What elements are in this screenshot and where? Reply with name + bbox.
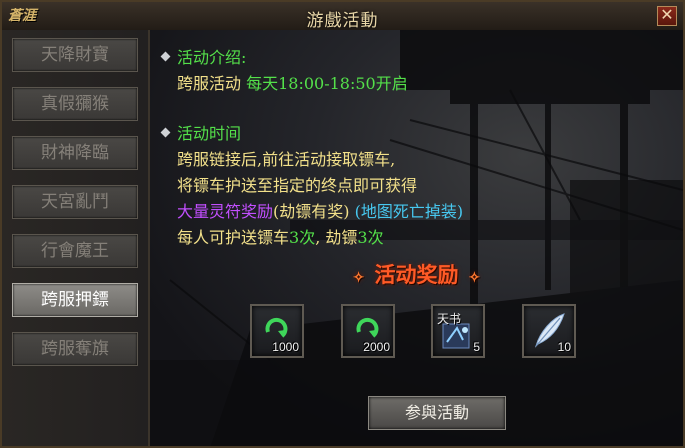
schedule-heading: 活动时间 — [177, 124, 242, 143]
ornament-left-icon: ✧ — [352, 270, 365, 286]
escort-limit-value: 3次 — [289, 228, 316, 247]
ornament-right-icon: ✧ — [468, 270, 481, 286]
intro-activity-label: 跨服活动 — [177, 74, 247, 93]
reward-count: 1000 — [272, 340, 299, 354]
sidebar-item-kuafu-yabiao[interactable]: 跨服押鏢 — [12, 283, 138, 317]
activity-detail-panel: 活动介绍: 跨服活动 每天18:00-18:50开启 活动时间 跨服链接后,前往… — [150, 30, 683, 446]
close-button[interactable]: ✕ — [657, 6, 677, 26]
reward-title-text: 活动奖励 — [374, 262, 459, 287]
reward-slot-1[interactable]: 1000 — [250, 304, 304, 358]
bullet-diamond-icon — [160, 127, 171, 138]
reward-item-label: 天书 — [437, 312, 462, 326]
window-title: 游戲活動 — [306, 11, 379, 31]
intro-activity-time: 每天18:00-18:50开启 — [246, 74, 408, 93]
schedule-drop-note: (地图死亡掉装) — [354, 202, 464, 221]
sidebar-item-kuafu-duoqi[interactable]: 跨服奪旗 — [12, 332, 138, 366]
sidebar-item-zhenjia-mihou[interactable]: 真假獼猴 — [12, 87, 138, 121]
reward-count: 5 — [473, 340, 480, 354]
schedule-line-2: 将镖车护送至指定的终点即可获得 — [177, 176, 418, 195]
schedule-reward-text: 大量灵符奖励 — [177, 202, 274, 221]
title-bar: 蒼涯 游戲活動 ✕ — [2, 2, 683, 31]
reward-slot-2[interactable]: 2000 — [341, 304, 395, 358]
sidebar-item-tiangong-luandou[interactable]: 天宮亂鬥 — [12, 185, 138, 219]
bullet-diamond-icon — [160, 51, 171, 62]
reward-slot-3[interactable]: 天书 5 — [431, 304, 485, 358]
escort-limit-label: 每人可护送镖车 — [177, 228, 290, 247]
close-icon: ✕ — [660, 5, 674, 24]
rob-limit-label: , 劫镖 — [315, 228, 358, 247]
reward-count: 2000 — [363, 340, 390, 354]
activity-sidebar: 天降財寶 真假獼猴 財神降臨 天宮亂鬥 行會魔王 跨服押鏢 跨服奪旗 — [2, 30, 150, 446]
schedule-line-4: 每人可护送镖车3次, 劫镖3次 — [177, 224, 384, 248]
schedule-line-1: 跨服链接后,前往活动接取镖车, — [177, 150, 396, 169]
schedule-line-3: 大量灵符奖励(劫镖有奖) (地图死亡掉装) — [177, 198, 463, 222]
sidebar-item-hanghui-mowang[interactable]: 行會魔王 — [12, 234, 138, 268]
sidebar-item-tianjiang-caibao[interactable]: 天降財寶 — [12, 38, 138, 72]
reward-section-title: ✧ 活动奖励 ✧ — [150, 259, 683, 289]
intro-heading: 活动介绍: — [177, 48, 247, 67]
reward-slot-4[interactable]: 10 — [522, 304, 576, 358]
reward-count: 10 — [557, 340, 571, 354]
schedule-rob-note: (劫镖有奖) — [273, 202, 350, 221]
join-activity-button[interactable]: 参與活動 — [368, 396, 506, 430]
activity-window: 蒼涯 游戲活動 ✕ 天降財寶 真假獼猴 財神降臨 天宮亂鬥 行會魔王 跨服押鏢 … — [0, 0, 685, 448]
sidebar-item-caishen-jianglin[interactable]: 財神降臨 — [12, 136, 138, 170]
rob-limit-value: 3次 — [357, 228, 384, 247]
